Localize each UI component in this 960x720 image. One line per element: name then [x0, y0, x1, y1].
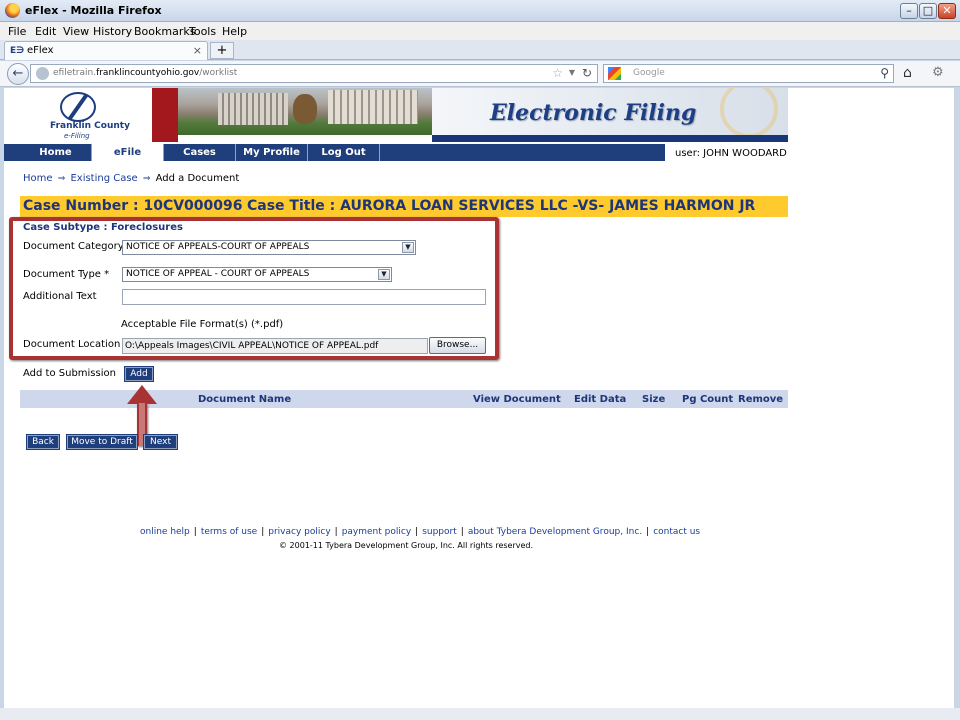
- case-subtype: Case Subtype : Foreclosures: [23, 222, 183, 233]
- nav-efile[interactable]: eFile: [92, 144, 164, 161]
- window-frame-right: [954, 88, 960, 708]
- addons-icon[interactable]: ⚙: [932, 65, 944, 80]
- add-to-submission-label: Add to Submission: [23, 368, 116, 379]
- globe-icon: [36, 67, 49, 80]
- additional-text-input[interactable]: [122, 289, 486, 305]
- footer-support[interactable]: support: [422, 527, 457, 537]
- annotation-arrow-icon: [127, 385, 157, 404]
- logo-efiling-text: e-Filing: [64, 132, 90, 140]
- move-to-draft-button[interactable]: Move to Draft: [66, 434, 138, 450]
- browse-button[interactable]: Browse...: [429, 337, 486, 354]
- url-dropdown-icon[interactable]: ▼: [569, 68, 575, 77]
- back-button[interactable]: Back: [26, 434, 60, 450]
- logo-county-text: Franklin County: [50, 121, 130, 131]
- col-pg-count: Pg Count: [682, 394, 734, 405]
- acceptable-formats: Acceptable File Format(s) (*.pdf): [121, 319, 284, 330]
- banner-red-strip: [152, 88, 178, 142]
- col-document-name: Document Name: [198, 394, 292, 405]
- document-type-value: NOTICE OF APPEAL - COURT OF APPEALS: [126, 269, 310, 279]
- case-number: Case Number : 10CV000096: [23, 198, 243, 214]
- document-category-value: NOTICE OF APPEALS-COURT OF APPEALS: [126, 242, 310, 252]
- eflex-favicon-icon: E∋: [10, 46, 25, 56]
- tab-strip: E∋ eFlex × +: [0, 40, 960, 60]
- nav-cases[interactable]: Cases: [164, 144, 236, 161]
- close-window-button[interactable]: ✕: [938, 3, 956, 19]
- breadcrumb-current: Add a Document: [155, 173, 240, 184]
- nav-log-out[interactable]: Log Out: [308, 144, 380, 161]
- menu-file[interactable]: File: [8, 25, 26, 38]
- main-nav: Home eFile Cases My Profile Log Out: [4, 144, 665, 161]
- document-type-select[interactable]: NOTICE OF APPEAL - COURT OF APPEALS ▼: [122, 267, 392, 282]
- footer-online-help[interactable]: online help: [140, 527, 190, 537]
- nav-my-profile[interactable]: My Profile: [236, 144, 308, 161]
- breadcrumb-arrow-icon: ⇒: [57, 174, 66, 184]
- document-category-label: Document Category: [23, 241, 124, 252]
- footer-about[interactable]: about Tybera Development Group, Inc.: [468, 527, 642, 537]
- next-button[interactable]: Next: [143, 434, 178, 450]
- back-arrow-icon[interactable]: ←: [7, 63, 29, 85]
- county-seal-icon: [720, 88, 778, 138]
- search-placeholder: Google: [633, 68, 665, 78]
- document-location-label: Document Location: [23, 339, 121, 350]
- breadcrumb: Home ⇒ Existing Case ⇒ Add a Document: [23, 173, 239, 184]
- document-location-input[interactable]: O:\Appeals Images\CIVIL APPEAL\NOTICE OF…: [122, 338, 428, 354]
- copyright: © 2001-11 Tybera Development Group, Inc.…: [279, 541, 534, 550]
- col-edit-data: Edit Data: [574, 394, 627, 405]
- col-view-document: View Document: [473, 394, 561, 405]
- reload-icon[interactable]: ↻: [582, 66, 592, 80]
- site-banner: Franklin County e-Filing Electronic Fili…: [4, 88, 788, 142]
- banner-underline: [432, 135, 788, 142]
- nav-home[interactable]: Home: [20, 144, 92, 161]
- case-title: Case Title : AURORA LOAN SERVICES LLC -V…: [247, 198, 756, 214]
- banner-photo: [178, 88, 432, 135]
- menu-view[interactable]: View: [63, 25, 89, 38]
- menu-bookmarks[interactable]: Bookmarks: [134, 25, 195, 38]
- menu-tools[interactable]: Tools: [189, 25, 216, 38]
- footer-terms-of-use[interactable]: terms of use: [201, 527, 257, 537]
- breadcrumb-arrow-icon: ⇒: [142, 174, 151, 184]
- browser-tab-label: eFlex: [27, 45, 54, 56]
- footer-privacy-policy[interactable]: privacy policy: [268, 527, 330, 537]
- menu-help[interactable]: Help: [222, 25, 247, 38]
- page-content: Franklin County e-Filing Electronic Fili…: [4, 88, 954, 708]
- col-size: Size: [642, 394, 666, 405]
- document-category-select[interactable]: NOTICE OF APPEALS-COURT OF APPEALS ▼: [122, 240, 416, 255]
- navigation-toolbar: ← efiletrain.franklincountyohio.gov/work…: [0, 61, 960, 87]
- new-tab-button[interactable]: +: [210, 42, 234, 59]
- browser-tab-eflex[interactable]: E∋ eFlex ×: [4, 41, 208, 60]
- banner-title: Electronic Filing: [490, 100, 697, 126]
- globe-logo-icon: [60, 92, 96, 122]
- maximize-button[interactable]: □: [919, 3, 937, 19]
- additional-text-label: Additional Text: [23, 291, 97, 302]
- firefox-icon: [5, 3, 20, 18]
- menu-history[interactable]: History: [93, 25, 132, 38]
- home-icon[interactable]: ⌂: [903, 65, 912, 81]
- bookmark-star-icon[interactable]: ☆: [552, 66, 563, 80]
- google-icon[interactable]: [608, 67, 621, 80]
- footer-links: online help | terms of use | privacy policy |…: [140, 527, 701, 537]
- case-header: Case Number : 10CV000096 Case Title : AU…: [20, 196, 788, 217]
- close-tab-icon[interactable]: ×: [193, 44, 202, 57]
- menu-edit[interactable]: Edit: [35, 25, 56, 38]
- search-bar[interactable]: Google ⚲: [603, 64, 894, 83]
- footer-payment-policy[interactable]: payment policy: [342, 527, 411, 537]
- breadcrumb-existing-case[interactable]: Existing Case: [70, 173, 137, 184]
- search-icon[interactable]: ⚲: [880, 66, 889, 80]
- menu-bar: File Edit View History Bookmarks Tools H…: [0, 22, 960, 40]
- breadcrumb-home[interactable]: Home: [23, 173, 53, 184]
- chevron-down-icon[interactable]: ▼: [378, 269, 390, 280]
- window-title: eFlex - Mozilla Firefox: [25, 4, 162, 17]
- chevron-down-icon[interactable]: ▼: [402, 242, 414, 253]
- status-bar: [0, 708, 960, 720]
- franklin-county-logo[interactable]: Franklin County e-Filing: [4, 88, 152, 142]
- minimize-button[interactable]: –: [900, 3, 918, 19]
- add-button[interactable]: Add: [124, 366, 154, 382]
- footer-contact-us[interactable]: contact us: [653, 527, 700, 537]
- document-type-label: Document Type *: [23, 269, 110, 280]
- col-remove: Remove: [738, 394, 784, 405]
- url-text[interactable]: efiletrain.franklincountyohio.gov/workli…: [53, 68, 237, 78]
- user-label: user: JOHN WOODARD: [675, 148, 787, 159]
- window-titlebar: eFlex - Mozilla Firefox – □ ✕: [0, 0, 960, 22]
- url-bar[interactable]: efiletrain.franklincountyohio.gov/workli…: [30, 64, 598, 83]
